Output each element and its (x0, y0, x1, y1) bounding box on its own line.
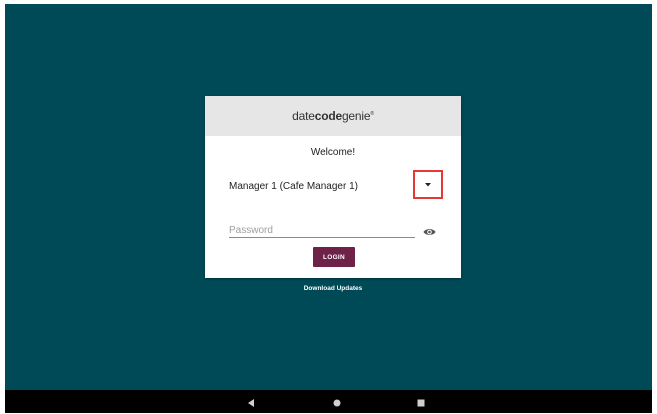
arrow-drop-down-icon (425, 182, 431, 186)
home-circle-icon[interactable] (331, 396, 343, 408)
logo-text-genie: genie (341, 109, 371, 123)
recents-square-icon[interactable] (415, 396, 427, 408)
password-input[interactable] (229, 223, 415, 238)
user-select-value[interactable]: Manager 1 (Cafe Manager 1) (229, 181, 358, 192)
eye-icon[interactable] (423, 224, 436, 235)
welcome-text: Welcome! (310, 147, 356, 158)
android-nav-bar (5, 390, 652, 413)
login-card: datecodegenie® Welcome! Manager 1 (Cafe … (205, 96, 461, 278)
logo-text-code: code (314, 109, 342, 123)
user-dropdown-button[interactable] (413, 170, 443, 199)
back-triangle-icon[interactable] (245, 396, 257, 408)
download-updates-link[interactable]: Download Updates (205, 285, 461, 292)
login-button[interactable]: LOGIN (313, 247, 355, 267)
brand-logo: datecodegenie® (292, 109, 374, 123)
logo-text-date: date (292, 109, 315, 123)
card-header: datecodegenie® (205, 96, 461, 136)
logo-trademark: ® (370, 111, 374, 117)
